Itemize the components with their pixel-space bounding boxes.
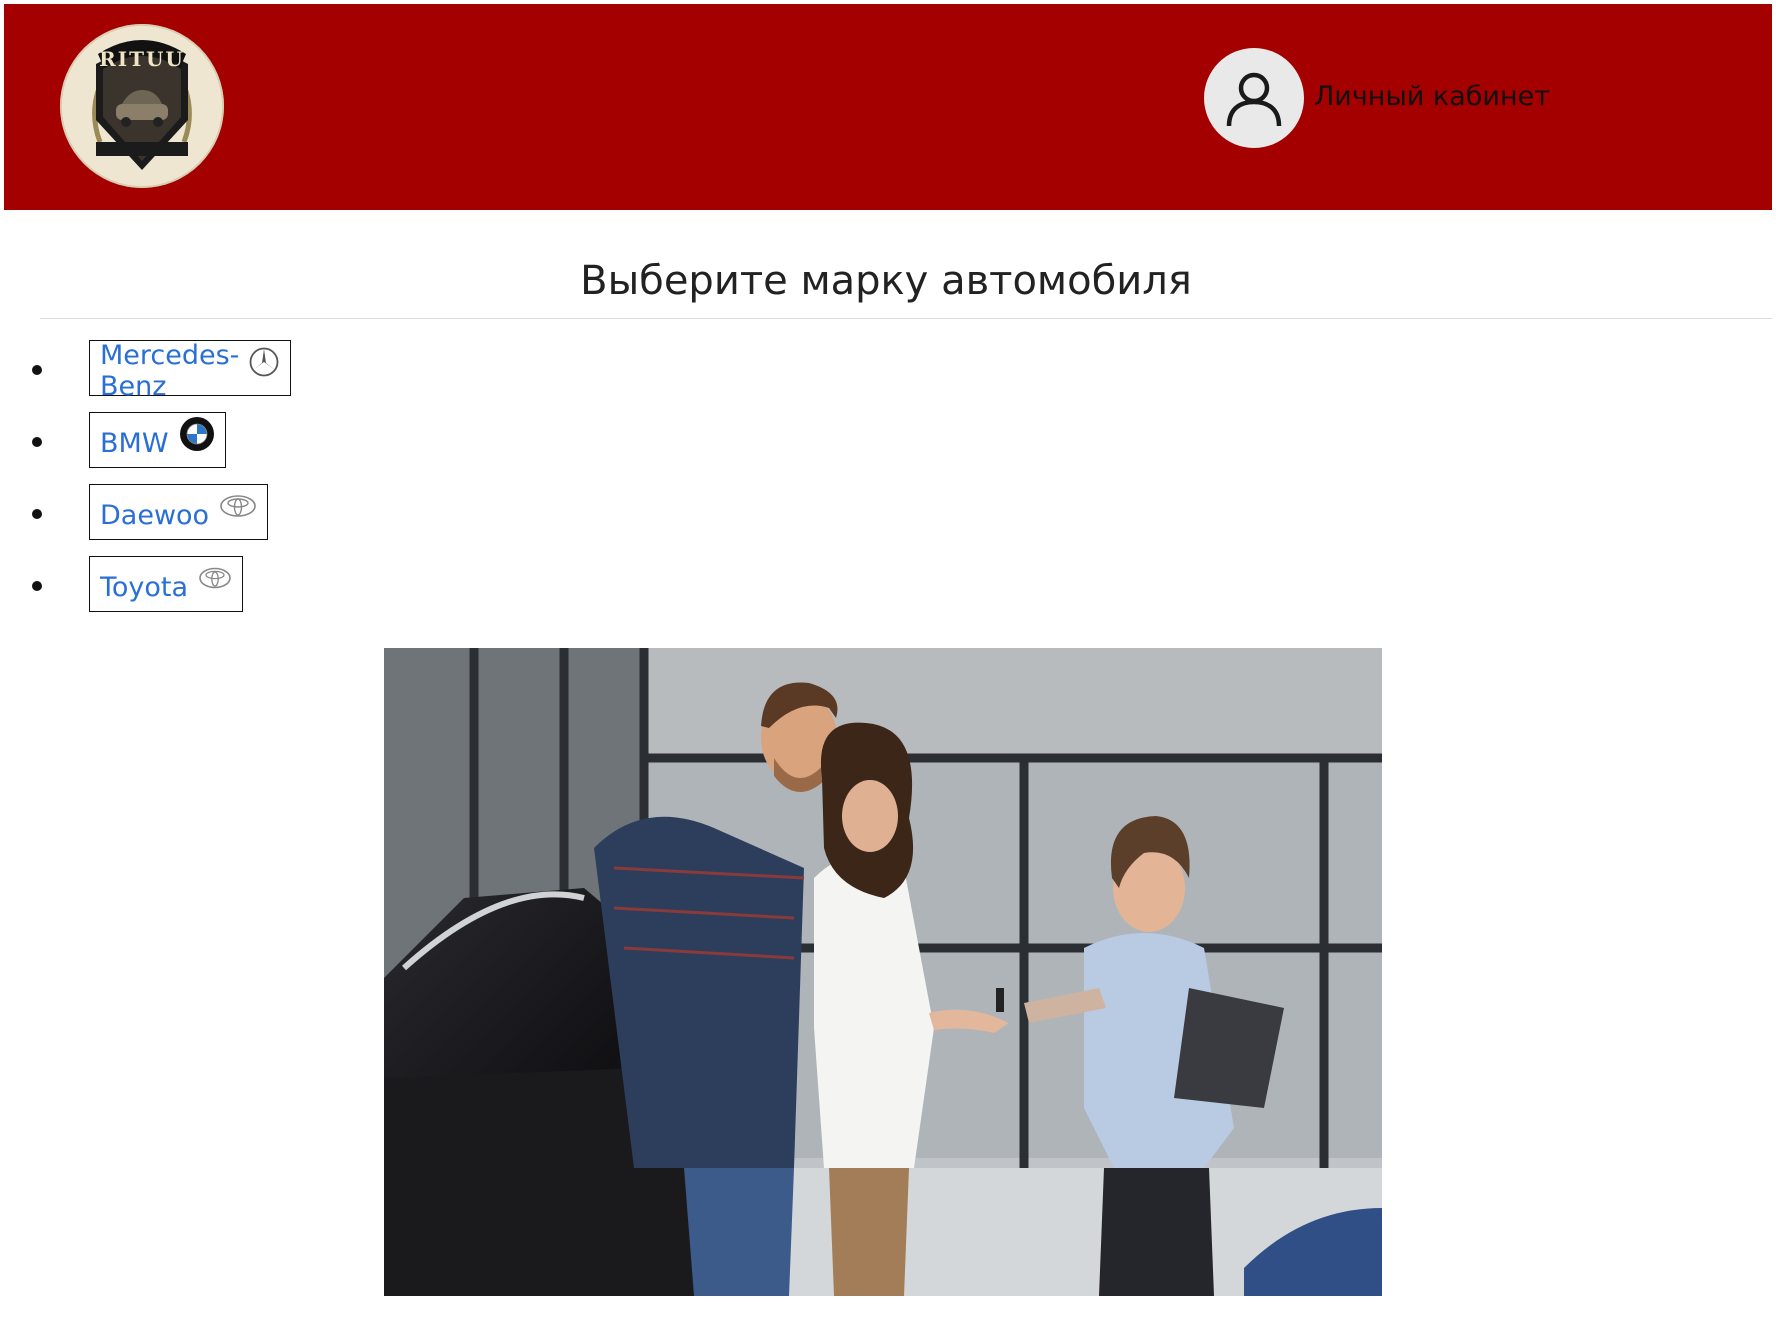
account-label: Личный кабинет [1314, 80, 1550, 112]
brand-name: Daewoo [100, 499, 210, 531]
site-header: RITUU Личный кабинет [4, 4, 1772, 210]
page-title: Выберите марку автомобиля [580, 258, 1192, 304]
list-bullet [32, 509, 42, 519]
account-link[interactable]: Личный кабинет [1204, 46, 1550, 150]
brand-link-bmw[interactable]: BMW [89, 412, 226, 468]
rituu-logo-icon[interactable]: RITUU [60, 24, 224, 188]
list-bullet [32, 437, 42, 447]
brand-link-daewoo[interactable]: Daewoo [89, 484, 269, 540]
brand-link-mercedes-benz[interactable]: Mercedes-Benz [89, 340, 292, 402]
list-bullet [32, 365, 42, 375]
brand-name: Toyota [100, 571, 189, 603]
list-bullet [32, 581, 42, 591]
brand-name: Mercedes-Benz [100, 340, 240, 402]
mercedes-benz-logo-icon [248, 346, 280, 383]
daewoo-logo-icon [219, 493, 257, 524]
title-divider [40, 318, 1772, 319]
car-dealership-hero-image [384, 648, 1382, 1296]
brand-link-toyota[interactable]: Toyota [89, 556, 244, 612]
user-icon [1204, 48, 1304, 148]
toyota-logo-icon [198, 566, 232, 595]
svg-text:RITUU: RITUU [99, 47, 185, 71]
brand-name: BMW [100, 427, 169, 459]
bmw-logo-icon [179, 416, 215, 457]
